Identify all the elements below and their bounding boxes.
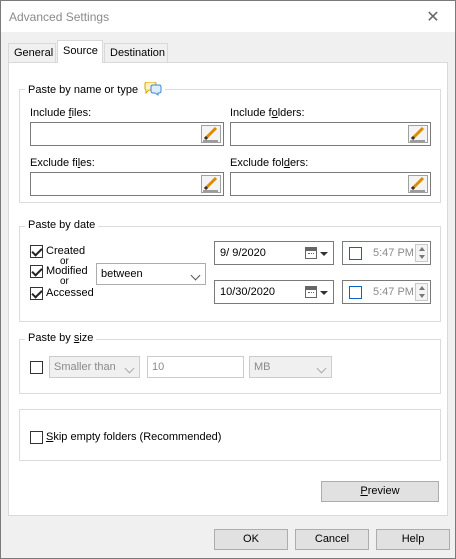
date-from-picker[interactable]: 9/ 9/2020 <box>214 241 334 265</box>
date-to-value: 10/30/2020 <box>220 286 276 298</box>
time-to-value: 5:47 PM <box>373 286 414 298</box>
tab-destination[interactable]: Destination <box>104 43 168 62</box>
time-from-checkbox[interactable] <box>349 247 362 260</box>
include-folders-input[interactable] <box>230 122 431 146</box>
size-filter-checkbox[interactable] <box>30 361 43 374</box>
skip-empty-folders-checkbox[interactable] <box>30 431 43 444</box>
help-button[interactable]: Help <box>376 529 450 550</box>
tab-source[interactable]: Source <box>57 40 103 63</box>
pencil-icon <box>203 176 218 192</box>
pencil-icon <box>203 126 218 142</box>
paste-by-name-label: Paste by name or type <box>25 81 166 96</box>
exclude-folders-input[interactable] <box>230 172 431 196</box>
size-unit-dropdown[interactable]: MB <box>249 356 332 378</box>
tab-general[interactable]: General <box>8 43 56 62</box>
paste-by-date-label: Paste by date <box>25 219 99 231</box>
date-from-value: 9/ 9/2020 <box>220 247 266 259</box>
ok-button[interactable]: OK <box>214 529 288 550</box>
time-to-picker[interactable]: 5:47 PM <box>342 280 431 304</box>
accessed-checkbox[interactable] <box>30 287 43 300</box>
options-group: Skip empty folders (Recommended) <box>19 409 441 461</box>
date-operator-value: between <box>101 268 143 280</box>
include-folders-edit-button[interactable] <box>408 125 428 143</box>
source-tab-panel: Paste by name or type Include files: Inc… <box>8 62 448 516</box>
paste-by-name-group: Paste by name or type Include files: Inc… <box>19 81 441 203</box>
paste-by-size-label: Paste by size <box>25 332 97 344</box>
speech-bubbles-icon <box>144 81 162 96</box>
calendar-icon[interactable] <box>305 247 317 259</box>
paste-by-size-group: Paste by size Smaller than 10 MB <box>19 332 441 394</box>
dropdown-arrow-icon[interactable] <box>320 291 328 295</box>
exclude-folders-edit-button[interactable] <box>408 175 428 193</box>
date-operator-dropdown[interactable]: between <box>96 263 206 285</box>
preview-button[interactable]: Preview <box>321 481 439 502</box>
exclude-files-edit-button[interactable] <box>201 175 221 193</box>
exclude-folders-label: Exclude folders: <box>230 157 309 169</box>
chevron-down-icon <box>124 363 135 374</box>
size-comparison-value: Smaller than <box>54 361 116 373</box>
chevron-down-icon <box>190 270 201 281</box>
time-from-picker[interactable]: 5:47 PM <box>342 241 431 265</box>
spin-down-icon[interactable] <box>419 255 425 259</box>
modified-checkbox[interactable] <box>30 265 43 278</box>
date-to-picker[interactable]: 10/30/2020 <box>214 280 334 304</box>
include-files-label: Include files: <box>30 107 92 119</box>
exclude-files-label: Exclude files: <box>30 157 95 169</box>
calendar-icon[interactable] <box>305 286 317 298</box>
include-files-input[interactable] <box>30 122 224 146</box>
dialog-client-area: General Source Destination Paste by name… <box>1 32 455 558</box>
cancel-button[interactable]: Cancel <box>295 529 369 550</box>
advanced-settings-window: Advanced Settings ✕ General Source Desti… <box>0 0 456 559</box>
size-value-text: 10 <box>152 361 165 373</box>
created-checkbox[interactable] <box>30 245 43 258</box>
spin-down-icon[interactable] <box>419 294 425 298</box>
pencil-icon <box>410 126 425 142</box>
size-value-input[interactable]: 10 <box>147 356 244 378</box>
skip-empty-folders-label[interactable]: Skip empty folders (Recommended) <box>46 431 221 443</box>
spin-up-icon[interactable] <box>419 286 425 290</box>
include-files-edit-button[interactable] <box>201 125 221 143</box>
include-folders-label: Include folders: <box>230 107 305 119</box>
pencil-icon <box>410 176 425 192</box>
time-from-spinner[interactable] <box>415 244 428 262</box>
size-comparison-dropdown[interactable]: Smaller than <box>49 356 140 378</box>
exclude-files-input[interactable] <box>30 172 224 196</box>
spin-up-icon[interactable] <box>419 247 425 251</box>
or-label-2: or <box>60 276 69 287</box>
time-to-spinner[interactable] <box>415 283 428 301</box>
chevron-down-icon <box>316 363 327 374</box>
dropdown-arrow-icon[interactable] <box>320 252 328 256</box>
accessed-label: Accessed <box>46 287 94 299</box>
paste-by-date-group: Paste by date Created or Modified or Acc… <box>19 219 441 322</box>
size-unit-value: MB <box>254 361 271 373</box>
close-icon[interactable]: ✕ <box>411 1 455 32</box>
window-title: Advanced Settings <box>9 10 110 24</box>
time-from-value: 5:47 PM <box>373 247 414 259</box>
title-bar: Advanced Settings ✕ <box>1 1 455 32</box>
time-to-checkbox[interactable] <box>349 286 362 299</box>
